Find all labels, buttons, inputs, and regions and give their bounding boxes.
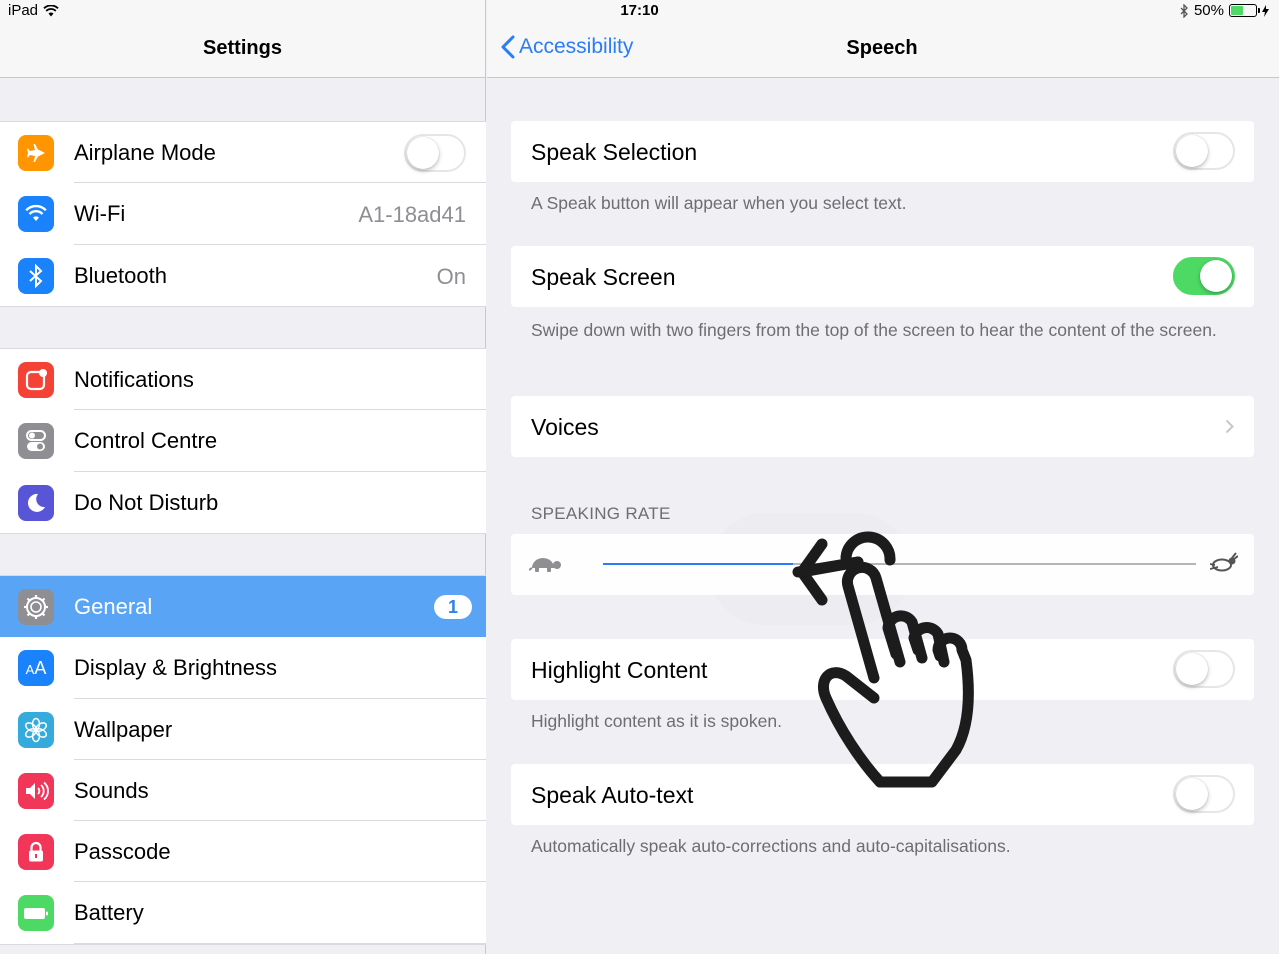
chevron-right-icon (1225, 419, 1234, 434)
settings-label: Notifications (74, 367, 194, 392)
settings-pane: Settings Airplane Mode Wi-Fi A1-18ad41 B… (0, 0, 486, 954)
settings-row-wifi[interactable]: Wi-Fi A1-18ad41 (0, 183, 486, 245)
speak-screen-footer: Swipe down with two fingers from the top… (531, 320, 1217, 340)
settings-row-control-centre[interactable]: Control Centre (0, 410, 486, 472)
settings-row-sounds[interactable]: Sounds (0, 760, 486, 822)
highlight-content-toggle[interactable] (1173, 650, 1235, 688)
back-button[interactable]: Accessibility (501, 35, 633, 59)
settings-label: Display & Brightness (74, 655, 277, 681)
settings-label: Wi-Fi (74, 201, 126, 227)
settings-title: Settings (203, 37, 282, 59)
settings-row-airplane-mode[interactable]: Airplane Mode (0, 122, 486, 184)
settings-label: Passcode (74, 839, 171, 865)
speak-auto-text-footer: Automatically speak auto-corrections and… (531, 836, 1011, 856)
turtle-icon (529, 558, 561, 572)
settings-label: General (74, 594, 153, 619)
speak-screen-label: Speak Screen (531, 264, 676, 290)
status-time: 17:10 (620, 2, 659, 19)
battery-status-icon (1229, 4, 1260, 17)
moon-icon (18, 484, 54, 521)
settings-label: Battery (74, 900, 144, 926)
settings-group-connectivity: Airplane Mode Wi-Fi A1-18ad41 Bluetooth … (0, 121, 486, 307)
airplane-icon (18, 135, 54, 171)
settings-row-display-brightness[interactable]: AA Display & Brightness (0, 637, 486, 699)
display-icon: AA (18, 650, 54, 687)
general-badge: 1 (434, 595, 472, 619)
battery-icon (18, 895, 54, 932)
bluetooth-status-icon (1180, 3, 1188, 18)
wifi-icon (18, 196, 54, 233)
speak-screen-cell: Speak Screen (511, 246, 1254, 307)
speech-title: Speech (846, 37, 918, 59)
speech-pane: Accessibility Speech Speak Selection A S… (487, 0, 1279, 954)
settings-label: Sounds (74, 777, 149, 803)
settings-row-passcode[interactable]: Passcode (0, 821, 486, 883)
settings-label: Do Not Disturb (74, 489, 219, 515)
speak-selection-label: Speak Selection (531, 139, 698, 165)
voices-cell[interactable]: Voices (511, 396, 1254, 457)
charging-icon (1262, 4, 1269, 17)
bluetooth-icon (18, 257, 54, 294)
speak-selection-footer: A Speak button will appear when you sele… (531, 193, 907, 213)
status-bar: iPad 17:10 50% (0, 0, 1279, 22)
speak-auto-text-label: Speak Auto-text (531, 782, 694, 808)
hare-icon (1210, 552, 1238, 572)
battery-percent: 50% (1193, 2, 1224, 19)
speak-selection-cell: Speak Selection (511, 121, 1254, 182)
lock-icon (18, 834, 54, 871)
settings-label: Control Centre (74, 428, 218, 454)
settings-label: Airplane Mode (74, 140, 216, 165)
speaking-rate-header: SPEAKING RATE (531, 504, 671, 523)
chevron-left-icon (501, 35, 515, 59)
settings-row-general[interactable]: General 1 (0, 576, 486, 638)
gear-icon (18, 589, 54, 625)
swipe-left-gesture-icon (792, 531, 974, 788)
settings-group-general: General 1 AA Display & Brightness Wallpa… (0, 575, 486, 945)
voices-label: Voices (531, 414, 599, 440)
airplane-mode-toggle[interactable] (404, 134, 466, 172)
settings-row-wallpaper[interactable]: Wallpaper (0, 699, 486, 760)
settings-row-bluetooth[interactable]: Bluetooth On (0, 245, 486, 306)
control-centre-icon (18, 423, 54, 460)
settings-row-do-not-disturb[interactable]: Do Not Disturb (0, 472, 486, 533)
highlight-content-label: Highlight Content (531, 657, 708, 683)
settings-row-battery[interactable]: Battery (0, 882, 486, 944)
bluetooth-value: On (436, 263, 466, 289)
speak-auto-text-toggle[interactable] (1173, 775, 1235, 813)
wallpaper-icon (18, 711, 54, 748)
speak-screen-toggle[interactable] (1173, 257, 1235, 295)
speak-selection-toggle[interactable] (1173, 132, 1235, 170)
settings-label: Wallpaper (74, 716, 173, 742)
settings-row-notifications[interactable]: Notifications (0, 349, 486, 411)
settings-label: Bluetooth (74, 262, 167, 288)
back-label: Accessibility (519, 35, 634, 58)
speaker-icon (18, 772, 54, 809)
wifi-network-value: A1-18ad41 (358, 202, 466, 228)
notifications-icon (18, 362, 54, 398)
settings-group-system: Notifications Control Centre Do Not Dist… (0, 348, 486, 534)
